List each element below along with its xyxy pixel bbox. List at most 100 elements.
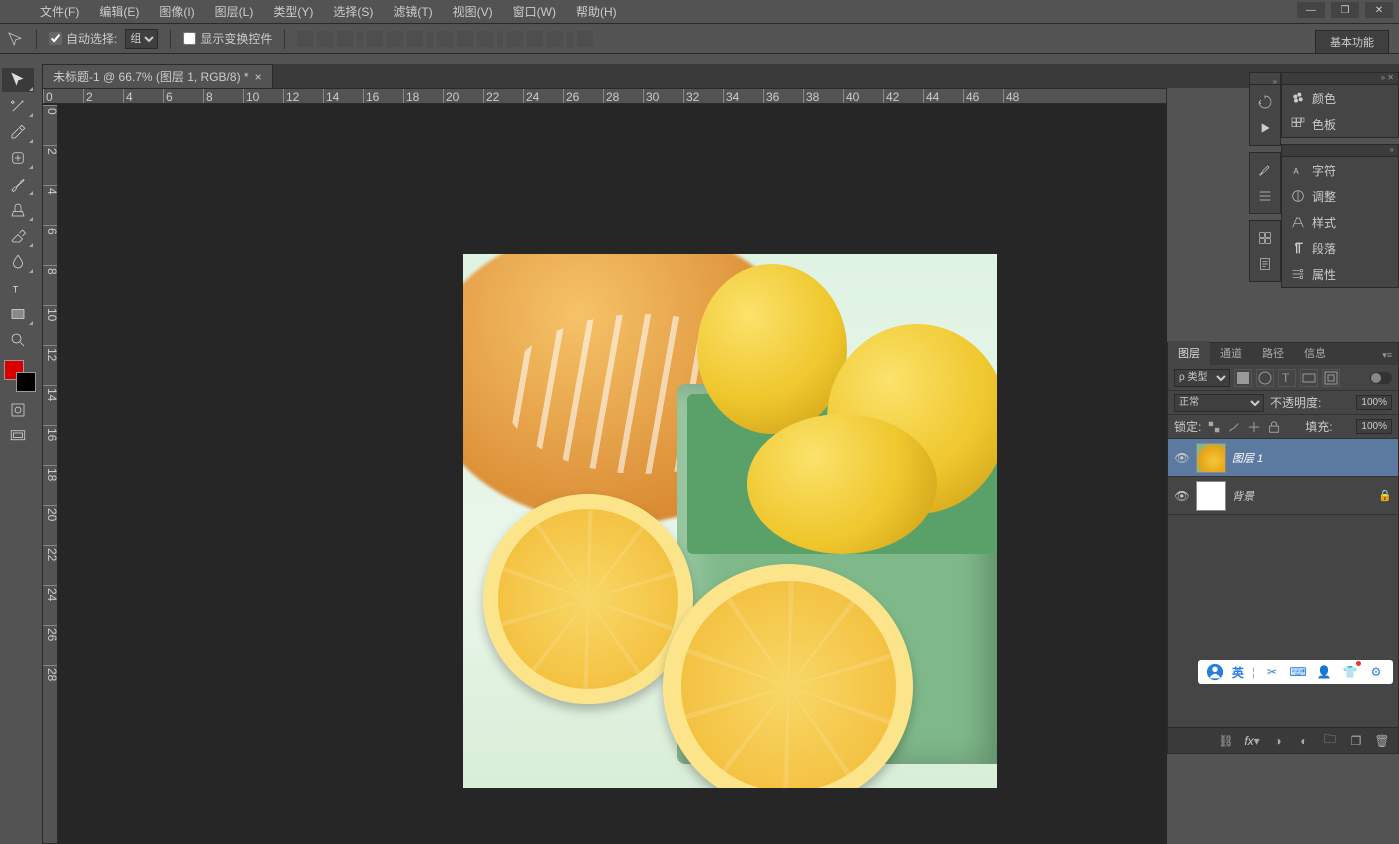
magic-wand-tool[interactable] xyxy=(2,94,34,118)
layer-row[interactable]: 👁 背景 🔒 xyxy=(1168,477,1398,515)
color-panel-button[interactable]: 颜色 xyxy=(1282,85,1398,111)
adjustment-layer-icon[interactable]: ◐ xyxy=(1296,733,1312,749)
brush-tool[interactable] xyxy=(2,172,34,196)
align-top-icon[interactable] xyxy=(297,31,313,47)
distribute-top-icon[interactable] xyxy=(437,31,453,47)
blend-mode-select[interactable]: 正常 xyxy=(1174,394,1264,412)
eyedropper-tool[interactable] xyxy=(2,120,34,144)
ime-skin-icon[interactable]: 👕 xyxy=(1341,663,1359,681)
auto-align-icon[interactable] xyxy=(577,31,593,47)
document-canvas[interactable] xyxy=(463,254,997,788)
auto-select-checkbox[interactable]: 自动选择: xyxy=(49,30,117,47)
filter-shape-icon[interactable] xyxy=(1300,369,1318,387)
menu-window[interactable]: 窗口(W) xyxy=(503,0,566,24)
brush-panel-icon[interactable] xyxy=(1250,157,1280,183)
link-layers-icon[interactable]: ⛓ xyxy=(1218,733,1234,749)
menu-help[interactable]: 帮助(H) xyxy=(566,0,627,24)
brush-presets-icon[interactable] xyxy=(1250,183,1280,209)
align-hcenter-icon[interactable] xyxy=(387,31,403,47)
show-transform-checkbox[interactable]: 显示变换控件 xyxy=(183,30,272,47)
info-tab[interactable]: 信息 xyxy=(1294,341,1336,365)
fill-value[interactable]: 100% xyxy=(1356,419,1392,434)
align-bottom-icon[interactable] xyxy=(337,31,353,47)
lock-transparent-icon[interactable] xyxy=(1207,420,1221,434)
swatches-panel-button[interactable]: 色板 xyxy=(1282,111,1398,137)
layer-filter-kind[interactable]: ρ 类型 xyxy=(1174,369,1230,387)
screen-mode-icon[interactable] xyxy=(2,424,34,448)
distribute-left-icon[interactable] xyxy=(507,31,523,47)
align-vcenter-icon[interactable] xyxy=(317,31,333,47)
menu-filter[interactable]: 滤镜(T) xyxy=(383,0,442,24)
document-tab[interactable]: 未标题-1 @ 66.7% (图层 1, RGB/8) * × xyxy=(42,64,273,88)
paths-tab[interactable]: 路径 xyxy=(1252,341,1294,365)
filter-type-icon[interactable]: T xyxy=(1278,369,1296,387)
visibility-icon[interactable]: 👁 xyxy=(1174,489,1190,503)
layer-group-icon[interactable]: 🗀 xyxy=(1322,733,1338,749)
ime-user-icon[interactable]: 👤 xyxy=(1315,663,1333,681)
channels-tab[interactable]: 通道 xyxy=(1210,341,1252,365)
lock-pixels-icon[interactable] xyxy=(1227,420,1241,434)
window-minimize-button[interactable]: — xyxy=(1297,2,1325,18)
history-panel-icon[interactable] xyxy=(1250,89,1280,115)
paragraph-panel-button[interactable]: 段落 xyxy=(1282,235,1398,261)
eraser-tool[interactable] xyxy=(2,224,34,248)
type-tool[interactable]: T xyxy=(2,276,34,300)
zoom-tool[interactable] xyxy=(2,328,34,352)
ime-logo-icon[interactable] xyxy=(1206,663,1224,681)
ime-settings-icon[interactable]: ⚙ xyxy=(1367,663,1385,681)
lock-position-icon[interactable] xyxy=(1247,420,1261,434)
character-panel-button[interactable]: A字符 xyxy=(1282,157,1398,183)
workspace-switcher[interactable]: 基本功能 xyxy=(1315,30,1389,54)
distribute-vcenter-icon[interactable] xyxy=(457,31,473,47)
filter-pixel-icon[interactable] xyxy=(1234,369,1252,387)
actions-panel-icon[interactable] xyxy=(1250,115,1280,141)
ime-toolbar[interactable]: 英 ¦ ✂ ⌨ 👤 👕 ⚙ xyxy=(1198,660,1393,684)
auto-select-dropdown[interactable]: 组 xyxy=(125,29,158,49)
properties-panel-button[interactable]: 属性 xyxy=(1282,261,1398,287)
layer-thumbnail[interactable] xyxy=(1196,443,1226,473)
window-maximize-button[interactable]: ❐ xyxy=(1331,2,1359,18)
align-left-icon[interactable] xyxy=(367,31,383,47)
menu-type[interactable]: 类型(Y) xyxy=(263,0,323,24)
delete-layer-icon[interactable]: 🗑 xyxy=(1374,733,1390,749)
menu-edit[interactable]: 编辑(E) xyxy=(89,0,149,24)
close-tab-icon[interactable]: × xyxy=(255,70,262,84)
menu-layer[interactable]: 图层(L) xyxy=(205,0,264,24)
adjustments-panel-button[interactable]: 调整 xyxy=(1282,183,1398,209)
quick-mask-icon[interactable] xyxy=(2,398,34,422)
blur-tool[interactable] xyxy=(2,250,34,274)
canvas-area[interactable] xyxy=(58,104,1167,844)
layer-thumbnail[interactable] xyxy=(1196,481,1226,511)
rectangle-tool[interactable] xyxy=(2,302,34,326)
distribute-right-icon[interactable] xyxy=(547,31,563,47)
color-swatches[interactable] xyxy=(2,360,38,396)
panel-collapse-icon[interactable]: » xyxy=(1282,145,1398,157)
move-tool[interactable] xyxy=(2,68,34,92)
styles-panel-button[interactable]: 样式 xyxy=(1282,209,1398,235)
filter-smart-icon[interactable] xyxy=(1322,369,1340,387)
layers-tab[interactable]: 图层 xyxy=(1168,341,1210,365)
layer-fx-icon[interactable]: fx▾ xyxy=(1244,733,1260,749)
menu-select[interactable]: 选择(S) xyxy=(323,0,383,24)
distribute-hcenter-icon[interactable] xyxy=(527,31,543,47)
layer-name[interactable]: 图层 1 xyxy=(1232,450,1392,466)
healing-brush-tool[interactable] xyxy=(2,146,34,170)
filter-toggle[interactable] xyxy=(1370,372,1392,384)
clone-stamp-tool[interactable] xyxy=(2,198,34,222)
layers-shortcut-icon[interactable] xyxy=(1250,225,1280,251)
notes-panel-icon[interactable] xyxy=(1250,251,1280,277)
menu-image[interactable]: 图像(I) xyxy=(149,0,204,24)
new-layer-icon[interactable]: ❐ xyxy=(1348,733,1364,749)
distribute-bottom-icon[interactable] xyxy=(477,31,493,47)
layer-name[interactable]: 背景 xyxy=(1232,488,1372,504)
opacity-value[interactable]: 100% xyxy=(1356,395,1392,410)
ime-lang-label[interactable]: 英 xyxy=(1232,664,1244,681)
menu-view[interactable]: 视图(V) xyxy=(443,0,503,24)
ime-scissors-icon[interactable]: ✂ xyxy=(1263,663,1281,681)
align-right-icon[interactable] xyxy=(407,31,423,47)
panel-menu-icon[interactable]: ▾≡ xyxy=(1376,346,1398,365)
layer-row[interactable]: 👁 图层 1 xyxy=(1168,439,1398,477)
ime-keyboard-icon[interactable]: ⌨ xyxy=(1289,663,1307,681)
background-color[interactable] xyxy=(16,372,36,392)
filter-adjust-icon[interactable] xyxy=(1256,369,1274,387)
